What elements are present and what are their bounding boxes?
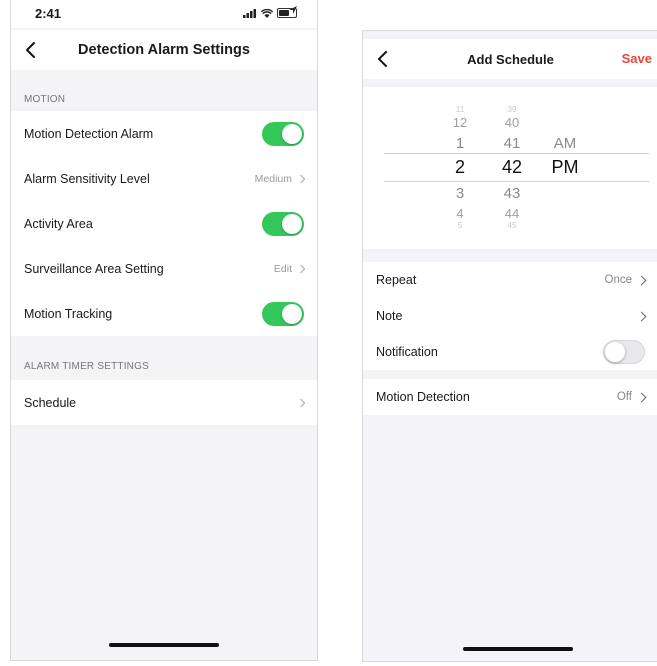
chevron-right-icon bbox=[636, 392, 647, 402]
row-label: Motion Tracking bbox=[24, 306, 113, 321]
picker-hour-option[interactable]: 11 bbox=[440, 105, 480, 114]
row-repeat[interactable]: Repeat Once bbox=[363, 262, 657, 298]
section-header-alarm-timer: ALARM TIMER SETTINGS bbox=[24, 361, 149, 372]
row-note[interactable]: Note bbox=[363, 298, 657, 334]
picker-hour-option[interactable]: 4 bbox=[440, 206, 480, 221]
picker-minute-option[interactable]: 39 bbox=[492, 105, 532, 114]
picker-minute-option[interactable]: 44 bbox=[492, 206, 532, 221]
chevron-right-icon bbox=[296, 174, 306, 183]
row-motion-detection-alarm: Motion Detection Alarm bbox=[11, 111, 317, 156]
row-label: Schedule bbox=[24, 395, 77, 410]
motion-tracking-toggle[interactable] bbox=[262, 301, 304, 326]
picker-hour-option[interactable]: 12 bbox=[440, 115, 480, 130]
status-right-icons bbox=[243, 8, 297, 18]
row-motion-tracking: Motion Tracking bbox=[11, 291, 317, 336]
picker-hour-selected[interactable]: 2 bbox=[440, 157, 480, 178]
picker-selection-top-line bbox=[384, 153, 649, 154]
save-button[interactable]: Save bbox=[622, 51, 652, 66]
row-label: Activity Area bbox=[24, 216, 93, 231]
chevron-right-icon bbox=[636, 275, 647, 285]
back-chevron-icon[interactable] bbox=[23, 40, 39, 60]
page-title: Add Schedule bbox=[467, 51, 554, 67]
picker-hour-option[interactable]: 5 bbox=[440, 221, 480, 230]
picker-minute-option[interactable]: 40 bbox=[492, 115, 532, 130]
status-time: 2:41 bbox=[35, 6, 62, 21]
picker-minute-option[interactable]: 43 bbox=[492, 185, 532, 202]
sensitivity-value: Medium bbox=[254, 172, 292, 185]
nav-bar: Detection Alarm Settings bbox=[11, 30, 317, 70]
picker-hour-option[interactable]: 1 bbox=[440, 135, 480, 152]
signal-icon bbox=[243, 8, 256, 18]
motion-detection-alarm-toggle[interactable] bbox=[262, 121, 304, 146]
row-surveillance-area-setting[interactable]: Surveillance Area Setting Edit bbox=[11, 246, 317, 291]
row-label: Repeat bbox=[376, 273, 417, 287]
detection-alarm-settings-screen: 2:41 Detection Alarm Settings MOTION Mot… bbox=[10, 0, 318, 661]
section-header-motion: MOTION bbox=[24, 94, 66, 105]
home-indicator bbox=[463, 647, 573, 651]
page-title: Detection Alarm Settings bbox=[78, 42, 250, 58]
picker-period-option[interactable]: AM bbox=[545, 135, 585, 152]
status-bar: 2:41 bbox=[11, 0, 317, 28]
row-label: Alarm Sensitivity Level bbox=[24, 171, 150, 186]
motion-detection-value: Off bbox=[616, 391, 632, 403]
wifi-icon bbox=[261, 8, 273, 18]
picker-minute-selected[interactable]: 42 bbox=[492, 157, 532, 178]
row-label: Note bbox=[376, 309, 403, 323]
home-indicator bbox=[109, 643, 219, 647]
chevron-right-icon bbox=[296, 264, 306, 273]
back-chevron-icon[interactable] bbox=[375, 49, 391, 69]
picker-period-selected[interactable]: PM bbox=[545, 157, 585, 178]
repeat-value: Once bbox=[604, 274, 633, 286]
picker-hour-option[interactable]: 3 bbox=[440, 185, 480, 202]
row-label: Surveillance Area Setting bbox=[24, 261, 164, 276]
battery-icon bbox=[277, 8, 297, 18]
activity-area-toggle[interactable] bbox=[262, 211, 304, 236]
time-picker[interactable]: 11 12 1 2 3 4 5 39 40 41 42 43 44 45 AM … bbox=[363, 87, 657, 249]
notification-toggle[interactable] bbox=[603, 340, 645, 364]
nav-bar: Add Schedule bbox=[363, 39, 657, 79]
surveillance-value: Edit bbox=[273, 262, 292, 275]
row-schedule[interactable]: Schedule bbox=[11, 380, 317, 425]
chevron-right-icon bbox=[296, 398, 306, 407]
row-label: Notification bbox=[376, 345, 438, 359]
row-label: Motion Detection bbox=[376, 390, 470, 404]
row-alarm-sensitivity-level[interactable]: Alarm Sensitivity Level Medium bbox=[11, 156, 317, 201]
picker-minute-option[interactable]: 41 bbox=[492, 135, 532, 152]
row-activity-area: Activity Area bbox=[11, 201, 317, 246]
chevron-right-icon bbox=[636, 311, 647, 321]
picker-selection-bottom-line bbox=[384, 181, 649, 182]
row-label: Motion Detection Alarm bbox=[24, 126, 154, 141]
picker-minute-option[interactable]: 45 bbox=[492, 221, 532, 230]
row-motion-detection[interactable]: Motion Detection Off bbox=[363, 379, 657, 415]
add-schedule-screen: Add Schedule Save 11 12 1 2 3 4 5 39 40 … bbox=[362, 30, 657, 662]
row-notification: Notification bbox=[363, 334, 657, 370]
